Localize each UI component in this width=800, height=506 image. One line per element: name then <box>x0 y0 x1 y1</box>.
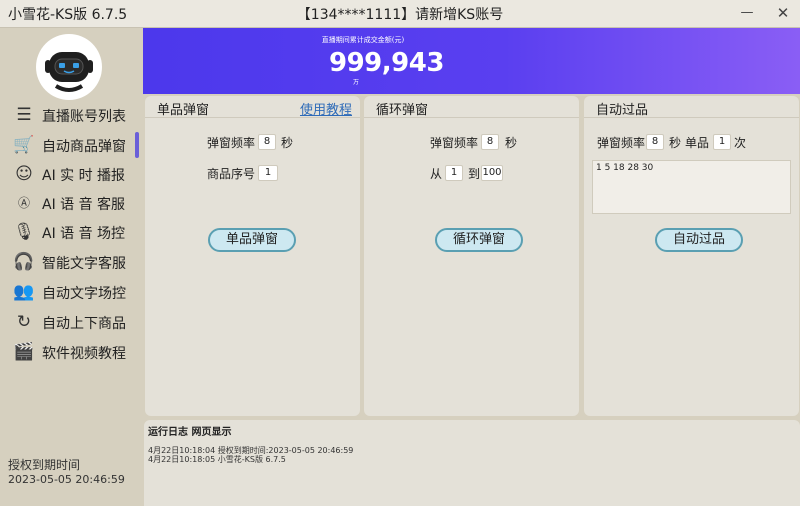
expiry-label: 授权到期时间 <box>8 458 81 472</box>
log-line: 4月22日10:18:05 小雪花-KS版 6.7.5 <box>148 455 286 464</box>
single-count-input[interactable]: 1 <box>713 134 731 150</box>
sidebar-item-label: 自动上下商品 <box>42 316 126 332</box>
sidebar-item-product-shelf[interactable]: ↻ 自动上下商品 <box>0 307 142 337</box>
single-popup-button[interactable]: 单品弹窗 <box>208 228 296 252</box>
loop-popup-button[interactable]: 循环弹窗 <box>435 228 523 252</box>
product-index-input[interactable]: 1 <box>258 165 278 181</box>
refresh-icon: ↻ <box>16 312 32 332</box>
sidebar-item-label: AI 实 时 播报 <box>42 168 126 184</box>
panel-title: 自动过品 <box>596 103 649 118</box>
title-bar: 小雪花-KS版 6.7.5 【134****1111】请新增KS账号 — ✕ <box>0 0 800 28</box>
times-label: 次 <box>734 136 747 150</box>
sales-amount: 999,943 <box>329 48 444 78</box>
log-title: 运行日志 网页显示 <box>148 427 232 438</box>
cart-icon: 🛒 <box>13 135 35 155</box>
ai-chat-icon: Ⓐ <box>17 196 30 210</box>
panel-header: 单品弹窗 使用教程 <box>145 96 360 118</box>
to-input[interactable]: 100 <box>481 165 503 181</box>
banner-caption: 直播期间累计成交金额(元) <box>321 36 405 44</box>
sidebar-item-label: AI 语 音 客服 <box>42 197 126 213</box>
loop-popup-panel: 循环弹窗 弹窗频率 8 秒 从 1 到 100 循环弹窗 <box>364 96 579 416</box>
account-title[interactable]: 【134****1111】请新增KS账号 <box>0 4 800 24</box>
frequency-unit: 秒 <box>505 136 518 150</box>
panel-title: 循环弹窗 <box>376 103 429 118</box>
active-indicator <box>135 132 139 158</box>
sidebar-item-video-tutorial[interactable]: 🎬 软件视频教程 <box>0 337 142 367</box>
panel-title: 单品弹窗 <box>157 103 210 118</box>
sidebar-item-ai-broadcast[interactable]: ☺ AI 实 时 播报 <box>0 159 142 189</box>
frequency-label: 弹窗频率 <box>207 136 256 150</box>
sidebar-item-ai-voice-control[interactable]: 🎙 AI 语 音 场控 <box>0 217 142 247</box>
sidebar-item-label: 软件视频教程 <box>42 346 126 362</box>
tutorial-link[interactable]: 使用教程 <box>300 99 352 118</box>
headset-icon: 🎧 <box>13 252 35 272</box>
sidebar-item-label: 自动文字场控 <box>42 286 126 302</box>
sidebar-item-label: 直播账号列表 <box>42 109 126 125</box>
app-logo-avatar <box>36 34 102 100</box>
single-label: 单品 <box>685 136 710 150</box>
panel-header: 循环弹窗 <box>364 96 579 118</box>
from-input[interactable]: 1 <box>445 165 463 181</box>
list-icon: ☰ <box>16 105 32 125</box>
panel-header: 自动过品 <box>584 96 799 118</box>
sidebar: ☰ 直播账号列表 🛒 自动商品弹窗 ☺ AI 实 时 播报 Ⓐ AI 语 音 客… <box>0 28 142 506</box>
users-icon: 👥 <box>13 282 35 302</box>
sidebar-item-label: 智能文字客服 <box>42 256 126 272</box>
expiry-date: 2023-05-05 20:46:59 <box>8 473 125 486</box>
from-label: 从 <box>430 167 443 181</box>
product-index-label: 商品序号 <box>207 167 256 181</box>
sales-banner: 直播期间累计成交金额(元) 999,943 万 <box>143 28 800 94</box>
frequency-unit: 秒 <box>669 136 682 150</box>
video-icon: 🎬 <box>13 342 35 362</box>
microphone-icon: 🎙 <box>13 222 35 242</box>
sidebar-item-label: 自动商品弹窗 <box>42 139 126 155</box>
frequency-label: 弹窗频率 <box>597 136 646 150</box>
sidebar-item-account-list[interactable]: ☰ 直播账号列表 <box>0 100 142 130</box>
robot-face-icon: ☺ <box>15 164 33 184</box>
to-label: 到 <box>468 167 481 181</box>
sidebar-item-text-service[interactable]: 🎧 智能文字客服 <box>0 247 142 277</box>
sidebar-item-text-control[interactable]: 👥 自动文字场控 <box>0 277 142 307</box>
auto-cycle-button[interactable]: 自动过品 <box>655 228 743 252</box>
frequency-input[interactable]: 8 <box>646 134 664 150</box>
sidebar-item-ai-voice-service[interactable]: Ⓐ AI 语 音 客服 <box>0 188 142 218</box>
close-button[interactable]: ✕ <box>768 2 798 24</box>
product-sequence-textarea[interactable]: 1 5 18 28 30 <box>592 160 791 214</box>
minimize-button[interactable]: — <box>732 2 762 24</box>
frequency-unit: 秒 <box>281 136 294 150</box>
frequency-input[interactable]: 8 <box>481 134 499 150</box>
robot-logo-icon <box>37 35 101 99</box>
log-panel: 运行日志 网页显示 4月22日10:18:04 授权到期时间:2023-05-0… <box>144 420 800 506</box>
auto-cycle-panel: 自动过品 弹窗频率 8 秒 单品 1 次 1 5 18 28 30 自动过品 <box>584 96 799 416</box>
sidebar-item-label: AI 语 音 场控 <box>42 226 126 242</box>
frequency-input[interactable]: 8 <box>258 134 276 150</box>
frequency-label: 弹窗频率 <box>430 136 479 150</box>
amount-unit: 万 <box>353 79 360 86</box>
single-popup-panel: 单品弹窗 使用教程 弹窗频率 8 秒 商品序号 1 单品弹窗 <box>145 96 360 416</box>
sidebar-item-auto-popup[interactable]: 🛒 自动商品弹窗 <box>0 130 142 160</box>
